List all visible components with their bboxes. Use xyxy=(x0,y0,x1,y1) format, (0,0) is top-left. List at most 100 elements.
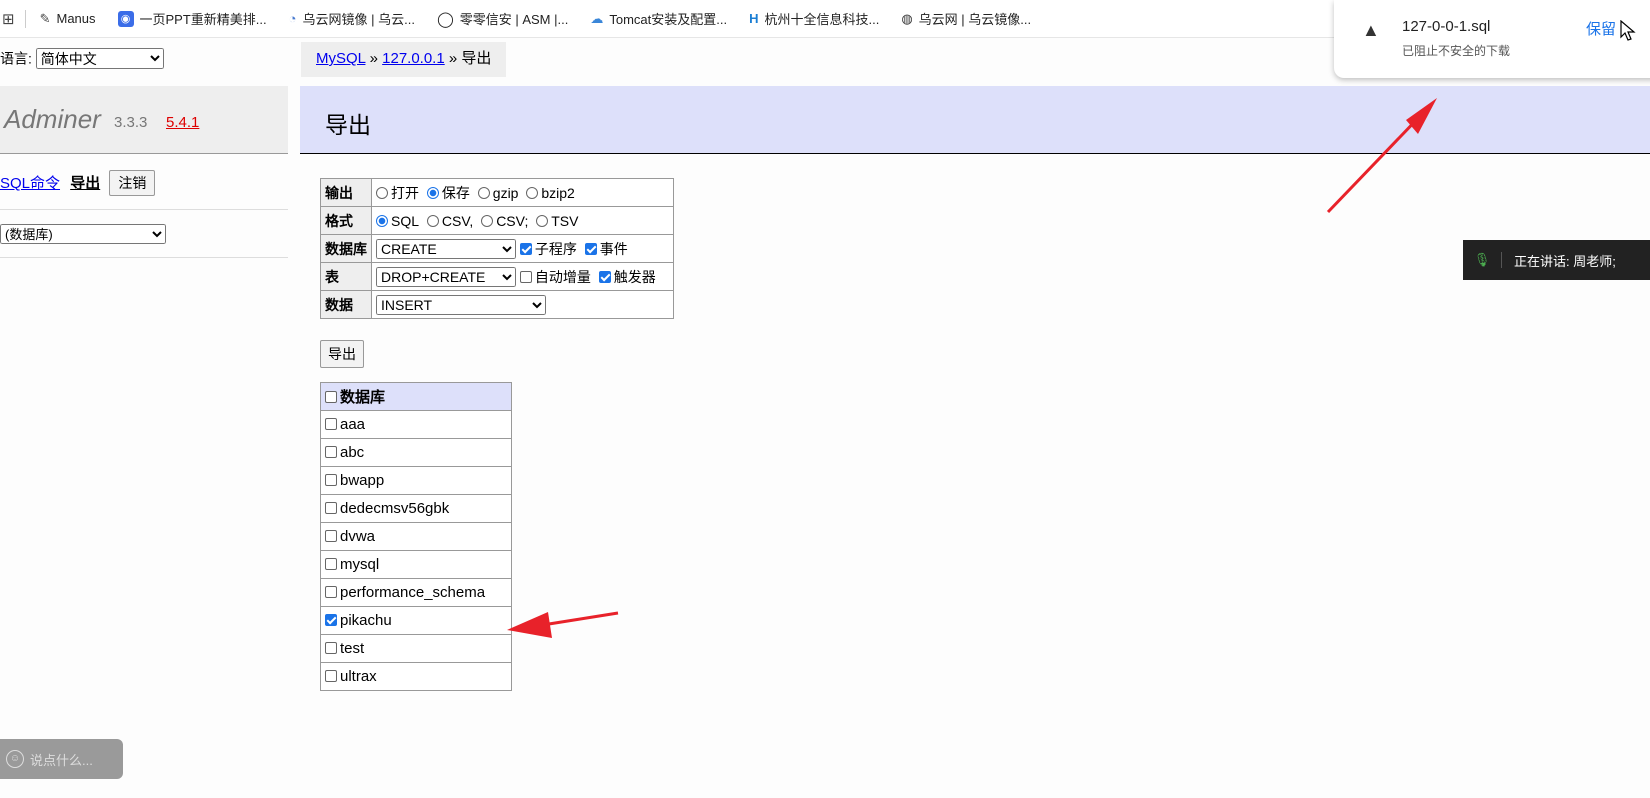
table-row: ultrax xyxy=(320,662,512,691)
logout-button[interactable]: 注销 xyxy=(109,170,156,196)
checkbox-icon xyxy=(325,446,337,458)
bookmark-label: 一页PPT重新精美排... xyxy=(139,12,267,27)
checkbox-icon xyxy=(325,474,337,486)
app-version: 3.3.3 xyxy=(114,114,148,131)
database-item-mysql[interactable]: mysql xyxy=(320,550,512,579)
checkbox-icon xyxy=(325,670,337,682)
speaker-name: 周老师; xyxy=(1573,253,1616,269)
download-filename: 127-0-0-1.sql xyxy=(1402,18,1491,35)
apps-grid-icon[interactable]: ⊞ xyxy=(2,10,15,28)
database-select[interactable]: (数据库) xyxy=(0,224,166,244)
routines-checkbox[interactable]: 子程序 xyxy=(519,241,577,257)
table-style-select[interactable]: DROP+CREATE xyxy=(376,266,516,287)
database-item-bwapp[interactable]: bwapp xyxy=(320,466,512,495)
keep-download-button[interactable]: 保留 xyxy=(1586,18,1616,39)
database-options: CREATE 子程序 事件 xyxy=(371,234,674,263)
table-row: dvwa xyxy=(320,522,512,551)
format-sql-radio[interactable]: SQL xyxy=(376,213,419,229)
bookmark-hangzhou[interactable]: H 杭州十全信息科技... xyxy=(749,9,879,28)
checkbox-icon xyxy=(519,270,532,283)
auto-increment-checkbox[interactable]: 自动增量 xyxy=(519,269,591,285)
page-heading: 导出 xyxy=(300,86,1650,154)
data-style-select[interactable]: INSERT xyxy=(376,294,546,315)
breadcrumb-host[interactable]: 127.0.0.1 xyxy=(382,50,445,67)
checkbox-icon xyxy=(325,642,337,654)
database-name: performance_schema xyxy=(340,584,486,601)
page-title: 导出 xyxy=(325,112,371,138)
format-options: SQL CSV, CSV; TSV xyxy=(371,206,674,235)
breadcrumb-current: 导出 xyxy=(461,50,492,67)
breadcrumb-mysql[interactable]: MySQL xyxy=(316,50,365,67)
table-row: dedecmsv56gbk xyxy=(320,494,512,523)
output-save-radio[interactable]: 保存 xyxy=(426,185,470,201)
select-all-databases[interactable]: 数据库 xyxy=(320,382,512,411)
new-version-link[interactable]: 5.4.1 xyxy=(166,114,199,131)
table-row: 表 DROP+CREATE 自动增量 触发器 xyxy=(320,262,674,291)
output-open-radio[interactable]: 打开 xyxy=(376,185,419,201)
format-csv-semicolon-radio[interactable]: CSV; xyxy=(481,213,528,229)
sql-command-link[interactable]: SQL命令 xyxy=(0,175,60,192)
table-row: mysql xyxy=(320,550,512,579)
bookmark-ppt[interactable]: ◉ 一页PPT重新精美排... xyxy=(117,9,267,28)
database-item-pikachu[interactable]: pikachu xyxy=(320,606,512,635)
format-csv-comma-radio[interactable]: CSV, xyxy=(426,213,473,229)
bookmark-label: 杭州十全信息科技... xyxy=(764,12,880,27)
database-list-table: 数据库 aaa abc bwapp dedecmsv56gbk dvwa mys… xyxy=(320,382,512,691)
breadcrumb: MySQL » 127.0.0.1 » 导出 xyxy=(301,42,507,77)
output-bzip2-radio[interactable]: bzip2 xyxy=(526,184,575,201)
bookmark-wooyun[interactable]: ◍ 乌云网 | 乌云镜像... xyxy=(901,9,1031,28)
database-item-ultrax[interactable]: ultrax xyxy=(320,662,512,691)
bookmark-label: 零零信安 | ASM |... xyxy=(459,12,569,27)
checkbox-icon xyxy=(325,502,337,514)
radio-icon xyxy=(526,186,539,199)
export-options-table: 输出 打开 保存 gzip bzip2 格式 SQL CSV, CSV; TSV… xyxy=(320,178,674,319)
checkbox-icon xyxy=(325,418,337,430)
bookmark-manus[interactable]: ✎ Manus xyxy=(40,11,96,27)
output-gzip-radio[interactable]: gzip xyxy=(477,184,519,201)
events-checkbox[interactable]: 事件 xyxy=(584,241,628,257)
radio-icon xyxy=(376,186,388,199)
option-label: bzip2 xyxy=(541,184,575,201)
table-row: aaa xyxy=(320,410,512,439)
database-row: 数据库 CREATE 子程序 事件 xyxy=(320,234,674,263)
bookmark-label: Tomcat安装及配置... xyxy=(609,12,728,27)
divider xyxy=(0,257,288,258)
database-item-test[interactable]: test xyxy=(320,634,512,663)
radio-icon xyxy=(426,214,439,227)
database-item-abc[interactable]: abc xyxy=(320,438,512,467)
bookmark-wooyun-mirror[interactable]: ◔ 乌云网镜像 | 乌云... xyxy=(289,9,415,28)
database-item-dedecmsv56gbk[interactable]: dedecmsv56gbk xyxy=(320,494,512,523)
bookmark-separator xyxy=(24,9,26,28)
database-style-select[interactable]: CREATE xyxy=(376,238,516,259)
checkbox-icon xyxy=(325,558,337,570)
triggers-checkbox[interactable]: 触发器 xyxy=(598,269,656,285)
bookmark-zero-security[interactable]: ◯ 零零信安 | ASM |... xyxy=(437,9,568,28)
database-item-aaa[interactable]: aaa xyxy=(320,410,512,439)
radio-selected-icon xyxy=(426,186,439,199)
database-item-dvwa[interactable]: dvwa xyxy=(320,522,512,551)
column-header: 数据库 xyxy=(340,389,386,406)
chat-input[interactable]: ☺ 说点什么... xyxy=(0,739,123,779)
database-item-performance-schema[interactable]: performance_schema xyxy=(320,578,512,607)
export-submit-button[interactable]: 导出 xyxy=(320,340,364,368)
option-label: 打开 xyxy=(391,184,419,201)
manus-icon: ✎ xyxy=(39,10,51,26)
bookmark-label: Manus xyxy=(56,11,96,26)
checkbox-checked-icon xyxy=(584,242,597,255)
wooyun-icon: ◔ xyxy=(288,11,297,26)
option-label: SQL xyxy=(391,212,420,229)
smiley-icon[interactable]: ☺ xyxy=(6,750,24,768)
export-link[interactable]: 导出 xyxy=(70,175,100,192)
bookmark-tomcat[interactable]: ☁ Tomcat安装及配置... xyxy=(590,9,727,28)
download-warning-popup: ▲ 127-0-0-1.sql 已阻止不安全的下载 保留 xyxy=(1334,0,1650,78)
table-row: performance_schema xyxy=(320,578,512,607)
database-name: dedecmsv56gbk xyxy=(340,500,450,517)
format-tsv-radio[interactable]: TSV xyxy=(536,213,578,229)
option-label: gzip xyxy=(492,184,519,201)
language-select[interactable]: 简体中文 xyxy=(35,48,164,69)
table-row: bwapp xyxy=(320,466,512,495)
radio-icon xyxy=(481,214,494,227)
cloud-icon: ☁ xyxy=(590,10,604,26)
app-name[interactable]: Adminer xyxy=(4,104,101,135)
adminer-logo: Adminer 3.3.3 5.4.1 xyxy=(0,86,288,154)
